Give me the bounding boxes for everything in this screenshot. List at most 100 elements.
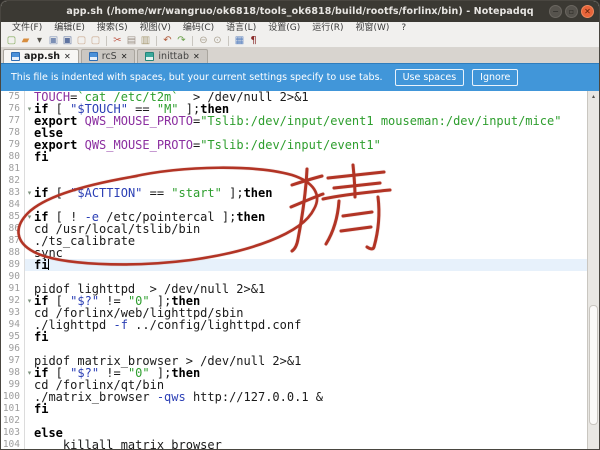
line-number: 84: [1, 199, 25, 211]
line-number: 97: [1, 355, 25, 367]
floppy-save-icon: [11, 52, 20, 61]
menu-item-2[interactable]: 搜索(S): [92, 22, 133, 34]
fold-gutter: [25, 403, 34, 415]
line-number: 79: [1, 139, 25, 151]
fold-gutter: [25, 223, 34, 235]
menu-item-6[interactable]: 设置(G): [263, 22, 305, 34]
code-line[interactable]: 104 killall matrix_browser: [1, 439, 599, 450]
line-number: 93: [1, 307, 25, 319]
undo-icon[interactable]: ↶: [161, 34, 174, 47]
title-bar[interactable]: app.sh (/home/wr/wangruo/ok6818/tools_ok…: [1, 1, 599, 22]
minimize-button[interactable]: −: [549, 5, 562, 18]
close-doc-icon[interactable]: ▢: [75, 34, 88, 47]
tab-label: inittab: [158, 51, 189, 62]
cut-icon[interactable]: ✂: [111, 34, 124, 47]
fold-gutter: [25, 379, 34, 391]
fold-gutter: [25, 427, 34, 439]
code-line[interactable]: 101fi: [1, 403, 599, 415]
zoom-reset-icon[interactable]: ⊙: [211, 34, 224, 47]
fold-marker-icon[interactable]: ▾: [25, 211, 34, 223]
line-number: 99: [1, 379, 25, 391]
line-number: 89: [1, 259, 25, 271]
code-text: fi: [34, 259, 49, 271]
fold-gutter: [25, 439, 34, 450]
fold-gutter: [25, 91, 34, 103]
fold-marker-icon[interactable]: ▾: [25, 187, 34, 199]
floppy-save-icon: [145, 52, 154, 61]
fold-gutter: [25, 247, 34, 259]
code-line[interactable]: 102: [1, 415, 599, 427]
menu-item-8[interactable]: 视窗(W): [351, 22, 395, 34]
fold-marker-icon[interactable]: ▾: [25, 367, 34, 379]
code-line[interactable]: 83▾if [ "$ACTTION" == "start" ];then: [1, 187, 599, 199]
menu-item-5[interactable]: 语言(L): [221, 22, 261, 34]
fold-gutter: [25, 415, 34, 427]
line-number: 80: [1, 151, 25, 163]
fold-marker-icon[interactable]: ▾: [25, 295, 34, 307]
redo-icon[interactable]: ↷: [175, 34, 188, 47]
close-button[interactable]: ✕: [581, 5, 594, 18]
use-spaces-button[interactable]: Use spaces: [395, 69, 465, 86]
save-icon[interactable]: ▣: [47, 34, 60, 47]
paste-icon[interactable]: ▥: [139, 34, 152, 47]
menu-item-7[interactable]: 运行(R): [307, 22, 348, 34]
code-line[interactable]: 87./ts_calibrate: [1, 235, 599, 247]
line-number: 96: [1, 343, 25, 355]
zoom-out-icon[interactable]: ⊖: [197, 34, 210, 47]
tab-label: rcS: [102, 51, 117, 62]
maximize-button[interactable]: ▫: [565, 5, 578, 18]
code-line[interactable]: 95fi: [1, 331, 599, 343]
code-line[interactable]: 88sync: [1, 247, 599, 259]
tab-close-icon[interactable]: ✕: [64, 52, 71, 61]
code-text: if [ "$ACTTION" == "start" ];then: [34, 187, 272, 199]
vertical-scrollbar[interactable]: ▴: [587, 91, 599, 450]
code-line[interactable]: 89 fi: [1, 259, 599, 271]
open-dropdown-icon[interactable]: ▾: [33, 34, 46, 47]
menu-item-0[interactable]: 文件(F): [7, 22, 47, 34]
line-number: 94: [1, 319, 25, 331]
line-number: 98: [1, 367, 25, 379]
notepadqq-window: app.sh (/home/wr/wangruo/ok6818/tools_ok…: [0, 0, 600, 450]
line-number: 88: [1, 247, 25, 259]
fold-gutter: [25, 319, 34, 331]
fold-gutter: [25, 175, 34, 187]
line-number: 76: [1, 103, 25, 115]
close-all-icon[interactable]: ▢: [89, 34, 102, 47]
code-editor[interactable]: 75TOUCH=`cat /etc/t2m` > /dev/null 2>&17…: [1, 91, 599, 450]
code-line[interactable]: 77export QWS_MOUSE_PROTO="Tslib:/dev/inp…: [1, 115, 599, 127]
new-file-icon[interactable]: ▢: [5, 34, 18, 47]
code-line[interactable]: 94 ./lighttpd -f ../config/lighttpd.conf: [1, 319, 599, 331]
notification-message: This file is indented with spaces, but y…: [11, 72, 383, 83]
code-line[interactable]: 81: [1, 163, 599, 175]
fold-gutter: [25, 271, 34, 283]
window-controls: −▫✕: [549, 5, 594, 18]
line-number: 103: [1, 427, 25, 439]
menu-item-1[interactable]: 编辑(E): [49, 22, 90, 34]
code-text: fi: [34, 331, 48, 343]
fold-marker-icon[interactable]: ▾: [25, 103, 34, 115]
scroll-up-arrow[interactable]: ▴: [588, 92, 599, 101]
tab-close-icon[interactable]: ✕: [193, 52, 200, 61]
toolbar-separator: [156, 36, 157, 46]
menu-item-3[interactable]: 视图(V): [135, 22, 176, 34]
code-line[interactable]: 100./matrix_browser -qws http://127.0.0.…: [1, 391, 599, 403]
tab-close-icon[interactable]: ✕: [121, 52, 128, 61]
fold-gutter: [25, 127, 34, 139]
fold-gutter: [25, 163, 34, 175]
code-text: ./lighttpd -f ../config/lighttpd.conf: [34, 319, 301, 331]
tab-app.sh[interactable]: app.sh✕: [3, 49, 79, 63]
tab-rcS[interactable]: rcS ✕: [81, 49, 136, 63]
save-all-icon[interactable]: ▣: [61, 34, 74, 47]
scrollbar-thumb[interactable]: [589, 305, 598, 425]
special-view-icon[interactable]: ▦: [233, 34, 246, 47]
open-folder-icon[interactable]: ▰: [19, 34, 32, 47]
copy-icon[interactable]: ▤: [125, 34, 138, 47]
menu-item-9[interactable]: ?: [396, 22, 411, 34]
ignore-button[interactable]: Ignore: [472, 69, 518, 86]
line-number: 81: [1, 163, 25, 175]
show-symbols-icon[interactable]: ¶: [247, 34, 260, 47]
code-line[interactable]: 79export QWS_MOUSE_PROTO="Tslib:/dev/inp…: [1, 139, 599, 151]
menu-item-4[interactable]: 编码(C): [178, 22, 219, 34]
tab-inittab[interactable]: inittab ✕: [137, 49, 207, 63]
code-line[interactable]: 80fi: [1, 151, 599, 163]
